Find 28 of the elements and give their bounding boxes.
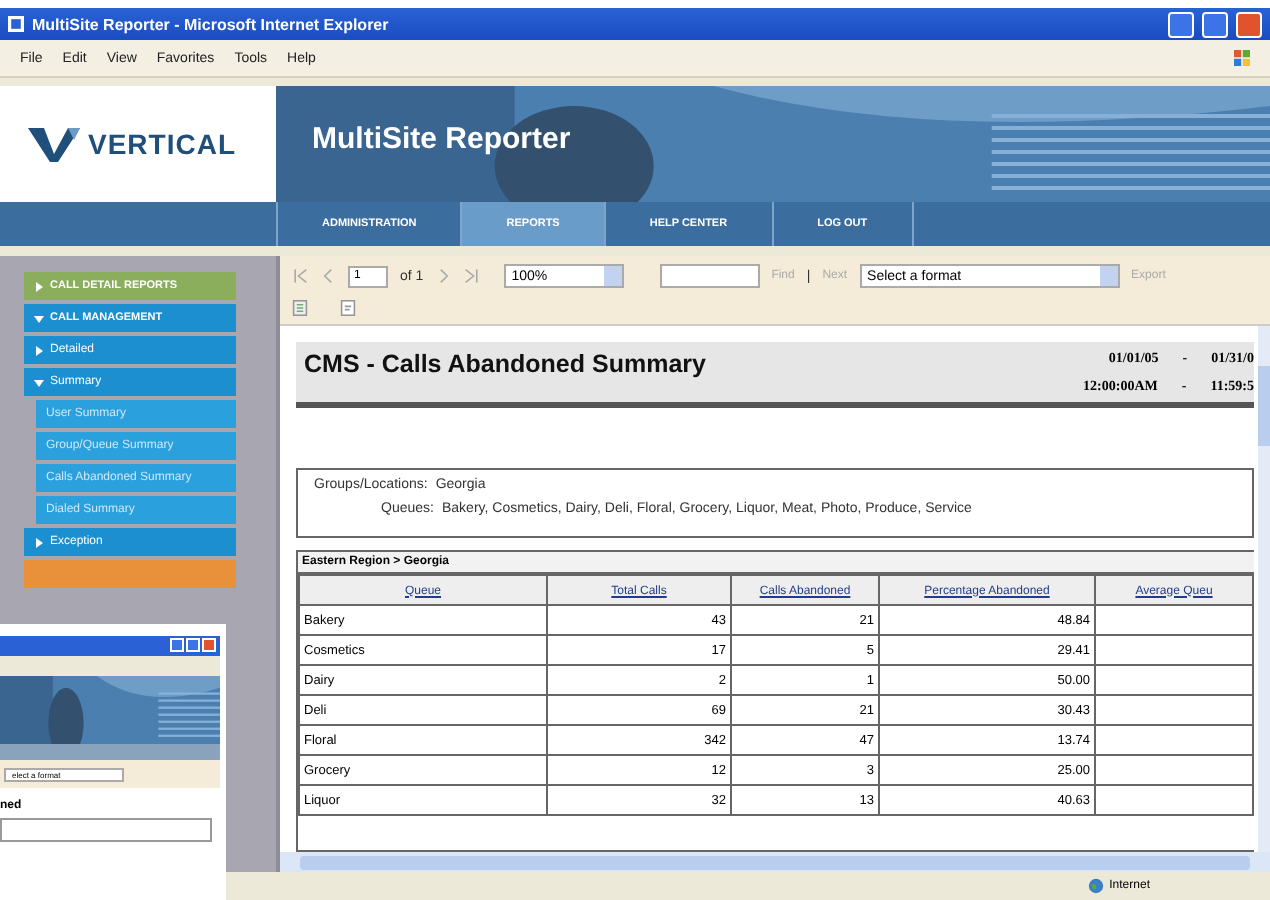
triangle-right-icon [34,537,44,547]
window-title: MultiSite Reporter - Microsoft Internet Explorer [32,15,391,33]
triangle-down-icon [34,377,44,387]
windows-flag-icon [1234,50,1250,66]
find-field[interactable] [659,264,760,288]
logo-text: VERTICAL [88,128,236,160]
browser-icon [8,16,24,32]
document-icon[interactable] [292,300,308,316]
report-title: CMS - Calls Abandoned Summary [304,350,706,382]
close-button[interactable] [1236,11,1262,37]
maximize-button[interactable] [1202,11,1228,37]
minimize-button[interactable] [1168,11,1194,37]
globe-icon [1087,878,1104,894]
document-icon[interactable] [340,300,356,316]
first-page-icon[interactable] [292,268,308,284]
triangle-right-icon [34,345,44,355]
logo-mark-icon [28,124,80,164]
last-page-icon[interactable] [463,268,480,284]
app-title: MultiSite Reporter [312,122,571,156]
maximize-button[interactable] [186,638,200,652]
triangle-down-icon [34,313,44,323]
horizontal-scrollbar[interactable] [280,852,1270,872]
minimize-button[interactable] [170,638,184,652]
close-button[interactable] [202,638,216,652]
next-page-icon[interactable] [435,268,452,284]
vertical-scrollbar[interactable] [1258,326,1270,852]
triangle-right-icon [34,281,44,291]
previous-page-icon[interactable] [320,268,336,284]
